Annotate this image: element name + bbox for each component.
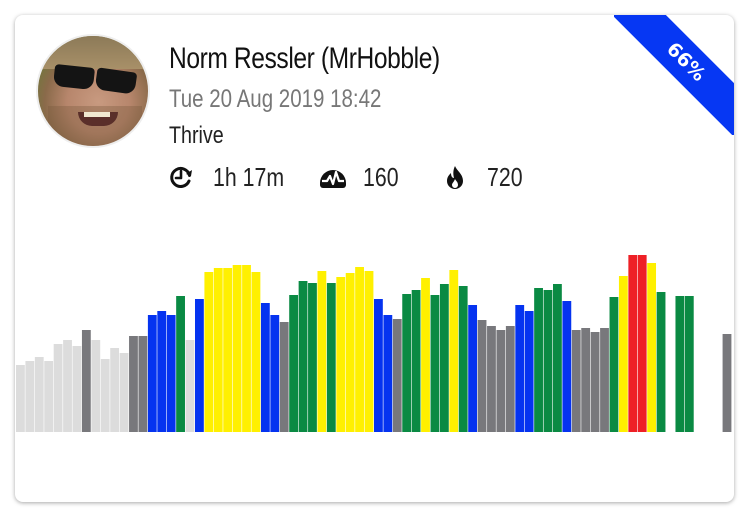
- zone-bar: [468, 305, 478, 432]
- zone-bar: [138, 336, 148, 432]
- zone-bar: [279, 322, 289, 432]
- zone-bar: [204, 272, 214, 432]
- zone-bar: [53, 344, 63, 432]
- zone-bar: [25, 361, 35, 432]
- zone-bar: [656, 292, 666, 432]
- user-avatar[interactable]: [36, 34, 150, 148]
- zone-bar: [411, 290, 421, 432]
- workout-date: Tue 20 Aug 2019 18:42: [169, 85, 382, 113]
- zone-bar: [223, 268, 233, 432]
- zone-bar: [421, 278, 430, 432]
- zone-bar: [34, 357, 44, 432]
- zone-bar: [449, 270, 459, 432]
- duration-clock-icon: [169, 165, 193, 189]
- zone-bar: [684, 296, 694, 432]
- zone-bar: [110, 348, 120, 432]
- zone-bar: [553, 284, 562, 432]
- zone-bar: [543, 290, 553, 432]
- zone-bar: [260, 303, 270, 432]
- zone-bar: [270, 315, 280, 432]
- zone-bar: [345, 273, 355, 432]
- zone-bar: [600, 328, 609, 432]
- zone-bar: [477, 320, 487, 432]
- zone-bar: [317, 271, 327, 432]
- zone-bar: [308, 283, 317, 432]
- workout-info: Norm Ressler (MrHobble) Tue 20 Aug 2019 …: [169, 39, 564, 194]
- zone-bar: [722, 334, 732, 432]
- zone-bar: [16, 365, 25, 432]
- power-zone-chart-svg: [16, 255, 732, 432]
- avatar-sunglasses-right: [94, 67, 138, 95]
- zone-bar: [44, 361, 54, 432]
- zone-bar: [91, 340, 101, 432]
- avatar-sunglasses-left: [52, 63, 96, 91]
- heart-rate-pulse-icon: [319, 165, 346, 189]
- flame-calories-icon: [443, 165, 467, 189]
- zone-bar: [242, 265, 251, 432]
- zone-bar: [119, 353, 129, 432]
- zone-bar: [298, 281, 308, 432]
- zone-bar: [628, 255, 638, 432]
- zone-bar: [289, 295, 299, 432]
- zone-bar: [458, 286, 468, 432]
- zone-bar: [505, 326, 515, 432]
- power-zone-chart[interactable]: [15, 215, 734, 433]
- zone-bar: [675, 296, 685, 432]
- zone-bar: [571, 330, 581, 432]
- zone-bar: [157, 311, 167, 432]
- zone-bar: [72, 346, 82, 432]
- completion-ribbon: 66%: [614, 15, 734, 135]
- workout-stats: 1h 17m 160 720: [169, 160, 564, 194]
- zone-bar: [515, 305, 525, 432]
- stat-heart-rate-value: 160: [363, 161, 399, 192]
- zone-bar: [609, 297, 619, 432]
- zone-bar: [430, 295, 440, 432]
- zone-bar: [524, 311, 534, 432]
- zone-bar: [392, 319, 402, 432]
- zone-bar: [63, 340, 72, 432]
- zone-bar: [355, 267, 364, 432]
- completion-percent: 66%: [614, 15, 734, 135]
- zone-bar: [176, 296, 185, 432]
- zone-bar: [581, 328, 591, 432]
- zone-bar: [618, 276, 628, 432]
- zone-bar: [166, 315, 176, 432]
- zone-bar: [232, 265, 242, 432]
- zone-bar: [383, 315, 393, 432]
- zone-bar: [647, 263, 657, 432]
- zone-bar: [562, 301, 572, 432]
- zone-bar: [251, 272, 261, 432]
- stat-calories: 720: [443, 162, 530, 193]
- zone-bar: [637, 255, 647, 432]
- workout-name[interactable]: Thrive: [169, 119, 493, 153]
- zone-bar: [374, 299, 383, 432]
- stat-duration-value: 1h 17m: [213, 161, 285, 192]
- stat-duration: 1h 17m: [169, 162, 285, 193]
- zone-bar: [402, 294, 412, 432]
- zone-bar: [185, 340, 195, 432]
- stat-heart-rate: 160: [319, 162, 409, 193]
- zone-bar: [439, 284, 449, 432]
- avatar-teeth: [84, 112, 110, 117]
- avatar-hair: [38, 36, 148, 69]
- zone-bar: [129, 336, 138, 432]
- zone-bar: [590, 332, 600, 432]
- zone-bar: [534, 288, 543, 432]
- zone-bar: [100, 359, 110, 432]
- workout-card[interactable]: Norm Ressler (MrHobble) Tue 20 Aug 2019 …: [15, 15, 734, 502]
- zone-bar: [81, 330, 91, 432]
- zone-bar: [213, 268, 223, 432]
- zone-bar: [496, 330, 506, 432]
- zone-bar: [336, 277, 346, 432]
- stat-calories-value: 720: [487, 161, 523, 192]
- zone-bar: [147, 315, 157, 432]
- user-name[interactable]: Norm Ressler (MrHobble): [169, 39, 493, 79]
- zone-bar: [364, 271, 374, 432]
- zone-bar: [487, 326, 496, 432]
- zone-bar: [195, 299, 204, 432]
- zone-bar: [326, 283, 336, 432]
